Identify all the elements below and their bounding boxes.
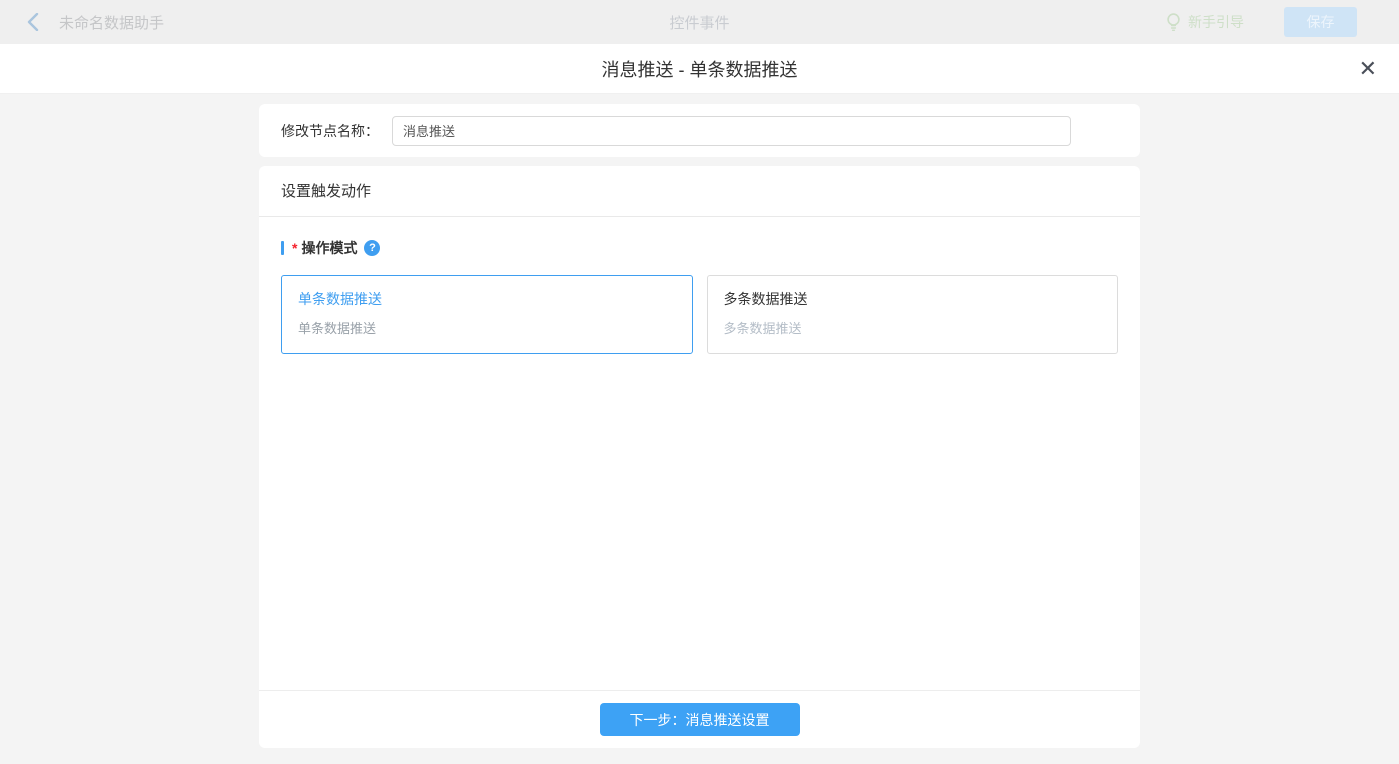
trigger-content: * 操作模式 ? 单条数据推送 单条数据推送 多条数据推送 多条数据推送 bbox=[259, 217, 1140, 354]
dialog-body: 修改节点名称： 设置触发动作 * 操作模式 ? 单条数据推送 单条数据推送 bbox=[0, 94, 1399, 764]
topbar-actions: 新手引导 保存 bbox=[1166, 7, 1357, 37]
save-button[interactable]: 保存 bbox=[1284, 7, 1357, 37]
page: 未命名数据助手 控件事件 新手引导 保存 消息推送 - 单条数据推送 ✕ bbox=[0, 0, 1399, 764]
option-title: 单条数据推送 bbox=[298, 289, 676, 309]
trigger-action-card: 设置触发动作 * 操作模式 ? 单条数据推送 单条数据推送 多条数据推送 多条数… bbox=[259, 166, 1140, 748]
node-name-card: 修改节点名称： bbox=[259, 104, 1140, 157]
option-multi-data-push[interactable]: 多条数据推送 多条数据推送 bbox=[707, 275, 1119, 354]
dialog-header: 消息推送 - 单条数据推送 ✕ bbox=[0, 44, 1399, 94]
node-name-input[interactable] bbox=[392, 116, 1071, 146]
chevron-left-icon bbox=[27, 13, 39, 31]
required-asterisk: * bbox=[292, 240, 297, 256]
back-button[interactable] bbox=[27, 13, 39, 31]
option-title: 多条数据推送 bbox=[724, 289, 1102, 309]
field-accent-bar bbox=[281, 241, 284, 255]
node-name-label: 修改节点名称： bbox=[281, 121, 379, 141]
spacer bbox=[259, 354, 1140, 690]
option-description: 单条数据推送 bbox=[298, 318, 676, 337]
operation-mode-field: * 操作模式 ? bbox=[281, 238, 1118, 258]
next-step-button[interactable]: 下一步：消息推送设置 bbox=[600, 703, 800, 736]
top-navbar: 未命名数据助手 控件事件 新手引导 保存 bbox=[0, 0, 1399, 44]
lightbulb-icon bbox=[1166, 13, 1181, 32]
dialog-title: 消息推送 - 单条数据推送 bbox=[602, 56, 798, 82]
help-icon[interactable]: ? bbox=[364, 240, 380, 256]
close-icon: ✕ bbox=[1359, 56, 1377, 81]
guide-label: 新手引导 bbox=[1188, 12, 1244, 32]
operation-mode-label: 操作模式 bbox=[301, 238, 357, 258]
app-title: 未命名数据助手 bbox=[59, 12, 164, 33]
option-description: 多条数据推送 bbox=[724, 318, 1102, 337]
option-single-data-push[interactable]: 单条数据推送 单条数据推送 bbox=[281, 275, 693, 354]
dialog-footer: 下一步：消息推送设置 bbox=[259, 690, 1140, 748]
section-title: 设置触发动作 bbox=[259, 166, 1140, 217]
operation-mode-options: 单条数据推送 单条数据推送 多条数据推送 多条数据推送 bbox=[281, 275, 1118, 354]
close-button[interactable]: ✕ bbox=[1359, 58, 1377, 80]
guide-link[interactable]: 新手引导 bbox=[1166, 12, 1244, 32]
